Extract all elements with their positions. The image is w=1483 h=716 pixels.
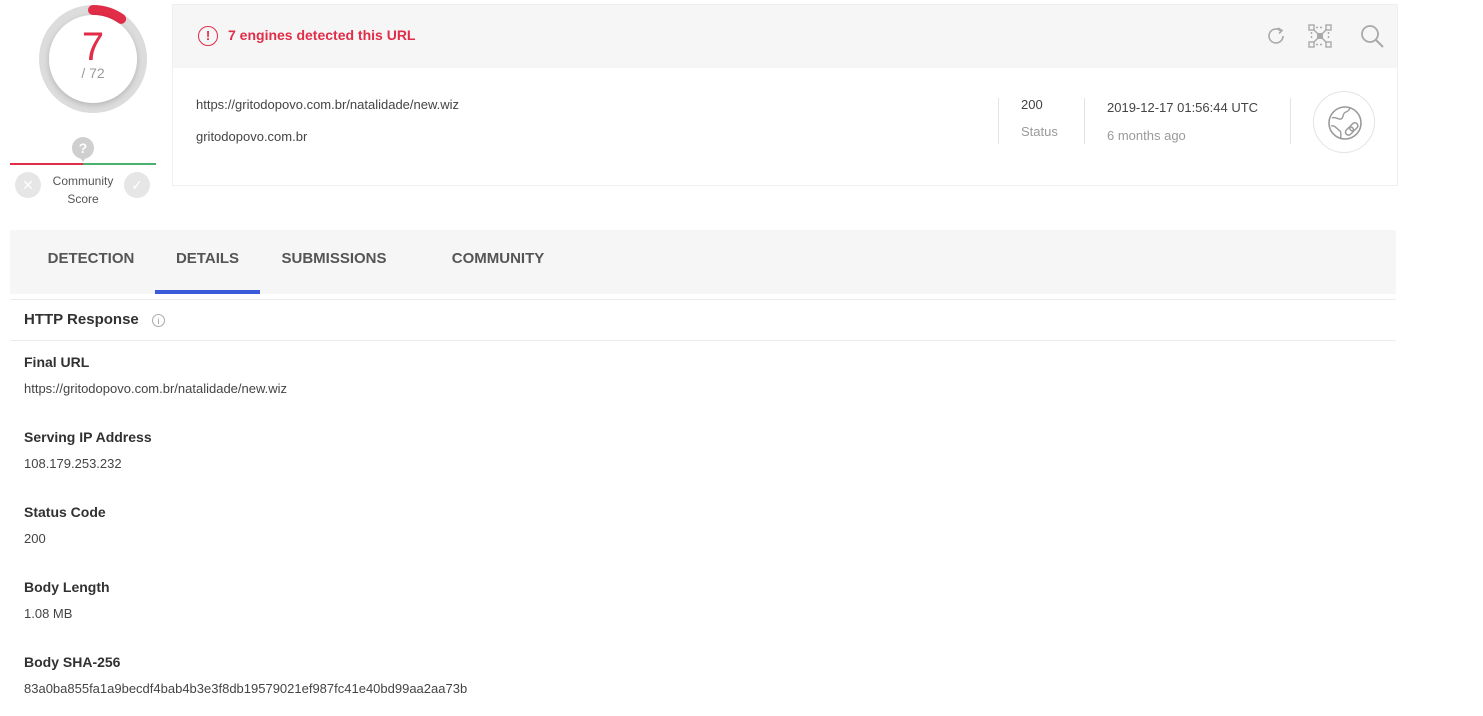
tab-bar: DETECTION DETAILS SUBMISSIONS COMMUNITY — [10, 230, 1396, 294]
field-label-body-length: Body Length — [24, 579, 110, 595]
detection-alert-bar: ! 7 engines detected this URL — [173, 5, 1397, 68]
community-score-label: Community Score — [48, 172, 118, 208]
tab-community[interactable]: COMMUNITY — [430, 230, 566, 294]
field-value-final-url[interactable]: https://gritodopovo.com.br/natalidade/ne… — [24, 381, 287, 396]
detection-count: 7 — [81, 25, 105, 69]
field-label-final-url: Final URL — [24, 354, 90, 370]
section-title-http-response: HTTP Response — [24, 311, 139, 328]
graph-icon[interactable] — [1307, 23, 1333, 49]
community-label-line2: Score — [67, 192, 99, 206]
field-label-body-sha256: Body SHA-256 — [24, 654, 121, 670]
divider — [1290, 98, 1291, 144]
score-panel: 7 / 72 ? ✕ Community Score ✓ — [10, 0, 156, 215]
field-value-status-code: 200 — [24, 531, 46, 546]
globe-link-icon — [1313, 91, 1375, 153]
field-label-status-code: Status Code — [24, 504, 106, 520]
vote-harmful-button[interactable]: ✕ — [15, 172, 41, 198]
field-label-serving-ip: Serving IP Address — [24, 429, 152, 445]
tab-submissions[interactable]: SUBMISSIONS — [268, 230, 400, 294]
divider — [998, 98, 999, 144]
refresh-icon[interactable] — [1263, 23, 1289, 49]
detection-gauge: 7 / 72 — [38, 4, 148, 114]
alert-icon: ! — [198, 26, 218, 46]
divider — [1084, 98, 1085, 144]
url-summary-card: ! 7 engines detected this URL https://gr… — [172, 4, 1398, 186]
url-domain[interactable]: gritodopovo.com.br — [196, 129, 307, 144]
tab-details[interactable]: DETAILS — [155, 230, 260, 294]
detection-alert-text: 7 engines detected this URL — [228, 27, 416, 43]
divider — [10, 299, 1396, 300]
http-status-value: 200 — [1021, 97, 1043, 112]
field-value-body-length: 1.08 MB — [24, 606, 73, 621]
vote-harmless-button[interactable]: ✓ — [124, 172, 150, 198]
analysis-date: 2019-12-17 01:56:44 UTC — [1107, 100, 1259, 115]
tab-detection[interactable]: DETECTION — [28, 230, 154, 294]
divider — [10, 340, 1396, 341]
engine-total: / 72 — [81, 65, 105, 81]
scanned-url[interactable]: https://gritodopovo.com.br/natalidade/ne… — [196, 97, 459, 112]
field-value-serving-ip[interactable]: 108.179.253.232 — [24, 456, 122, 471]
field-value-body-sha256[interactable]: 83a0ba855fa1a9becdf4bab4b3e3f8db19579021… — [24, 681, 467, 696]
community-label-line1: Community — [52, 174, 114, 188]
http-status-label: Status — [1021, 124, 1058, 139]
community-score-pin: ? — [72, 137, 94, 162]
analysis-date-relative: 6 months ago — [1107, 128, 1186, 143]
search-icon[interactable] — [1359, 23, 1385, 49]
community-score-bar — [10, 163, 156, 165]
info-icon[interactable]: i — [152, 314, 165, 327]
